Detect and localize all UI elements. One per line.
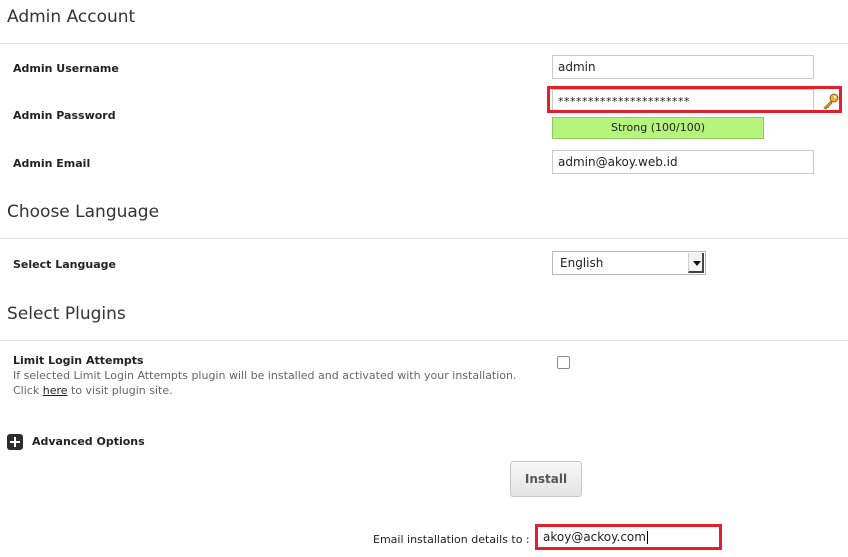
plugin-desc-suffix: to visit plugin site. [67, 384, 173, 397]
plugin-site-link[interactable]: here [43, 384, 68, 397]
choose-language-heading: Choose Language [7, 202, 160, 222]
advanced-options-toggle[interactable]: Advanced Options [32, 435, 145, 448]
language-select-value: English [560, 256, 604, 270]
admin-password-label: Admin Password [13, 109, 116, 122]
plugin-description-line: If selected Limit Login Attempts plugin … [13, 369, 517, 382]
installer-page: Admin Account Admin Username Admin Passw… [0, 0, 848, 557]
chevron-down-icon [688, 253, 704, 273]
expand-plus-icon[interactable] [7, 434, 23, 450]
divider [0, 340, 848, 341]
admin-username-label: Admin Username [13, 62, 119, 75]
key-icon[interactable] [822, 92, 840, 110]
admin-username-input[interactable] [552, 55, 814, 79]
install-button[interactable]: Install [510, 461, 582, 497]
plugin-description-line: Click here to visit plugin site. [13, 383, 553, 398]
admin-email-label: Admin Email [13, 157, 91, 170]
divider [0, 43, 848, 44]
admin-email-input[interactable] [552, 150, 814, 174]
email-highlight-box [535, 524, 722, 550]
admin-account-heading: Admin Account [7, 7, 136, 27]
language-select[interactable]: English [552, 251, 706, 275]
plugin-desc-prefix: Click [13, 384, 43, 397]
password-highlight-box [547, 86, 842, 113]
plugin-description: If selected Limit Login Attempts plugin … [13, 368, 553, 398]
select-plugins-heading: Select Plugins [7, 304, 126, 324]
plugin-name-label: Limit Login Attempts [13, 354, 144, 367]
email-details-label: Email installation details to : [373, 533, 530, 546]
divider [0, 238, 848, 239]
password-strength-meter: Strong (100/100) [552, 117, 764, 139]
limit-login-attempts-checkbox[interactable] [557, 356, 570, 369]
select-language-label: Select Language [13, 258, 116, 271]
